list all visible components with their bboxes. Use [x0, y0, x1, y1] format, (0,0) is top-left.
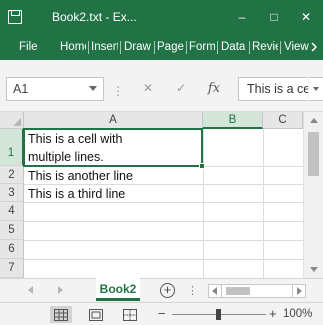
row-header-6[interactable]: 6 [0, 240, 24, 259]
close-icon: ✕ [300, 10, 312, 24]
tab-separator [280, 41, 281, 54]
row-header-4[interactable]: 4 [0, 202, 24, 221]
scroll-right-icon[interactable] [292, 284, 306, 298]
sheet-tab-book2[interactable]: Book2 [96, 278, 140, 301]
fill-handle[interactable] [199, 163, 205, 169]
tab-separator [154, 41, 155, 54]
minimize-button[interactable]: – [228, 0, 256, 34]
tab-review[interactable]: Review [252, 34, 278, 60]
cell-a2[interactable]: This is another line [28, 167, 133, 185]
tab-draw[interactable]: Draw [124, 34, 152, 60]
column-header-c[interactable]: C [263, 112, 303, 129]
name-box-value: A1 [13, 82, 29, 96]
next-sheet-icon[interactable] [58, 286, 63, 294]
page-break-icon [123, 308, 137, 321]
tab-home[interactable]: Home [60, 34, 86, 60]
tab-separator [217, 41, 218, 54]
zoom-level[interactable]: 100% [283, 308, 312, 320]
row-header-5[interactable]: 5 [0, 221, 24, 240]
save-icon[interactable] [8, 10, 22, 24]
add-sheet-icon[interactable]: + [160, 283, 175, 298]
gridline [24, 240, 303, 241]
expand-formula-bar-button[interactable] [309, 77, 323, 101]
tab-separator [88, 41, 89, 54]
normal-view-icon [54, 308, 68, 321]
scroll-left-icon[interactable] [208, 284, 222, 298]
page-break-preview-button[interactable] [119, 306, 141, 323]
horizontal-scrollbar-thumb[interactable] [226, 287, 250, 295]
row-header-2[interactable]: 2 [0, 166, 24, 184]
row-header-1[interactable]: 1 [0, 129, 24, 166]
maximize-button[interactable]: □ [260, 0, 288, 34]
gridline [203, 129, 204, 278]
tab-separator [249, 41, 250, 54]
previous-sheet-icon[interactable] [28, 286, 33, 294]
cell-a3[interactable]: This is a third line [28, 185, 125, 203]
gridline [24, 259, 303, 260]
scrollbar-thumb[interactable] [308, 132, 319, 176]
tab-formulas[interactable]: Formulas [189, 34, 215, 60]
window-title: Book2.txt - Ex... [52, 10, 137, 24]
name-box[interactable]: A1 [6, 77, 104, 101]
row-header-3[interactable]: 3 [0, 184, 24, 202]
formula-content: This is a cell with multiple lines. [247, 82, 308, 96]
gridline [24, 221, 303, 222]
row-header-7[interactable]: 7 [0, 259, 24, 278]
tab-separator [120, 41, 121, 54]
page-layout-icon [89, 308, 103, 321]
tab-view[interactable]: View [284, 34, 309, 60]
scroll-down-icon[interactable] [310, 267, 318, 272]
minimize-icon: – [238, 10, 246, 24]
maximize-icon: □ [270, 10, 278, 24]
sheet-tabs-bar: Book2 + ⋮ [0, 278, 323, 302]
enter-check-icon[interactable]: ✓ [172, 79, 190, 97]
more-sheets-icon[interactable]: ⋮ [187, 284, 198, 297]
page-layout-view-button[interactable] [85, 306, 107, 323]
vertical-scrollbar[interactable] [303, 112, 323, 278]
status-bar: − + 100% [0, 302, 323, 325]
column-header-a[interactable]: A [24, 112, 203, 129]
formula-input[interactable]: This is a cell with multiple lines. [238, 77, 308, 101]
cancel-icon[interactable]: ✕ [139, 79, 157, 97]
select-all-button[interactable] [0, 112, 24, 129]
zoom-in-button[interactable]: + [269, 306, 277, 321]
zoom-out-button[interactable]: − [158, 306, 166, 321]
tab-file[interactable]: File [19, 34, 41, 60]
gridline [263, 129, 264, 278]
close-button[interactable]: ✕ [292, 0, 320, 34]
active-cell-selection [23, 128, 205, 169]
worksheet-grid: A B C 1 2 3 4 5 6 7 This is a cell with … [0, 112, 323, 278]
tab-insert[interactable]: Insert [91, 34, 118, 60]
column-header-b[interactable]: B [203, 112, 263, 129]
tab-data[interactable]: Data [221, 34, 247, 60]
more-options-icon[interactable]: ⋮ [112, 84, 125, 98]
title-bar: Book2.txt - Ex... – □ ✕ [0, 0, 323, 34]
insert-function-icon[interactable]: fx [205, 79, 223, 97]
tab-page-layout[interactable]: Page [157, 34, 184, 60]
tab-separator [186, 41, 187, 54]
ribbon-overflow-chevron-icon[interactable] [309, 41, 319, 53]
zoom-slider-thumb[interactable] [216, 309, 221, 320]
ribbon-tabs: File Home Insert Draw Page Formulas Data… [0, 34, 323, 60]
scroll-up-icon[interactable] [310, 118, 318, 123]
chevron-down-icon[interactable] [89, 86, 97, 91]
normal-view-button[interactable] [50, 306, 72, 323]
formula-bar: A1 ⋮ ✕ ✓ fx This is a cell with multiple… [0, 60, 323, 112]
